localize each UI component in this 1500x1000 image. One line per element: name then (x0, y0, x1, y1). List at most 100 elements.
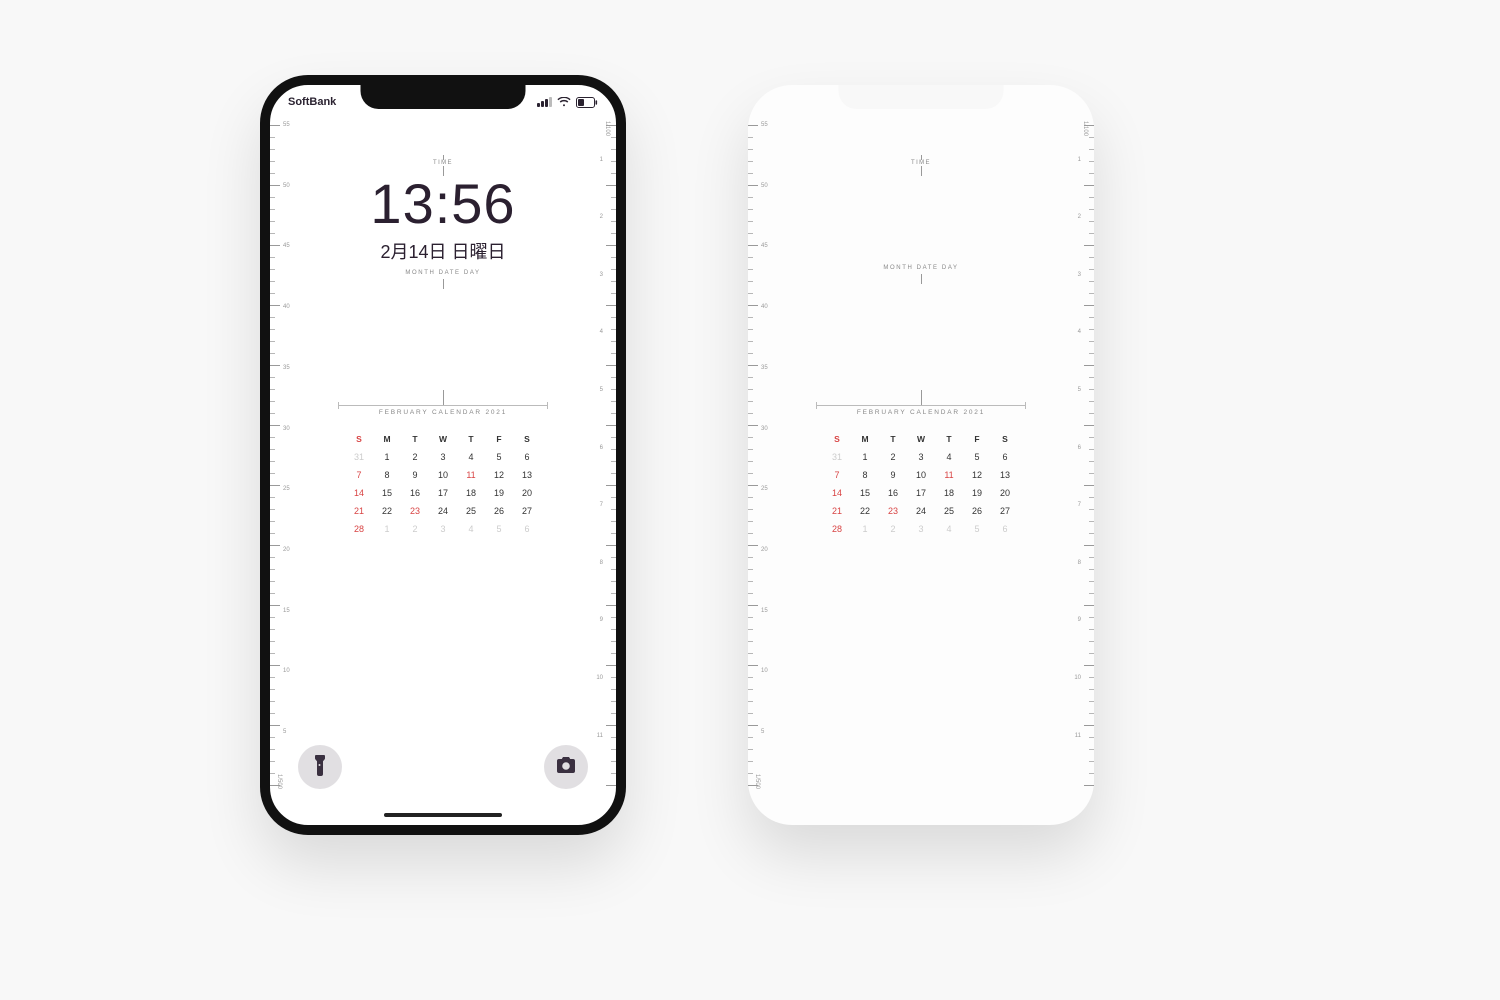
calendar-day: 4 (464, 524, 478, 534)
calendar-day: 17 (914, 488, 928, 498)
calendar-day: 26 (970, 506, 984, 516)
calendar-day: 13 (998, 470, 1012, 480)
clock-date: 2月14日 日曜日 (270, 238, 616, 264)
calendar-day: 4 (464, 452, 478, 462)
date-sublabel: MONTH DATE DAY (748, 265, 1094, 271)
calendar-day: 10 (436, 470, 450, 480)
calendar-day: 11 (942, 470, 956, 480)
calendar-dow: S (352, 434, 366, 444)
calendar-day: 7 (352, 470, 366, 480)
calendar-day: 27 (520, 506, 534, 516)
calendar-day: 21 (352, 506, 366, 516)
notch-icon (839, 85, 1004, 109)
calendar-dow: S (830, 434, 844, 444)
calendar-day: 10 (914, 470, 928, 480)
screen-left: SoftBank 5550454035302520151051/500 1234… (270, 85, 616, 825)
calendar-dow: T (942, 434, 956, 444)
ruler-number: 10 (596, 675, 603, 681)
calendar-day: 24 (436, 506, 450, 516)
ruler-number: 55 (283, 122, 290, 128)
camera-button[interactable] (544, 745, 588, 789)
calendar-day: 19 (970, 488, 984, 498)
screen-right: 5550454035302520151051/500 1234567891011… (748, 85, 1094, 825)
iphone-frame-right: 5550454035302520151051/500 1234567891011… (748, 85, 1094, 825)
calendar-day: 21 (830, 506, 844, 516)
ruler-number: 9 (1078, 617, 1081, 623)
calendar-day: 6 (998, 524, 1012, 534)
calendar-dow: M (858, 434, 872, 444)
time-block: TIME 13:56 2月14日 日曜日 MONTH DATE DAY (270, 155, 616, 289)
calendar-dow: M (380, 434, 394, 444)
calendar-day: 31 (830, 452, 844, 462)
calendar-day: 2 (408, 524, 422, 534)
calendar-rule-icon (338, 405, 548, 406)
calendar-day: 15 (858, 488, 872, 498)
calendar-day: 14 (352, 488, 366, 498)
calendar-day: 13 (520, 470, 534, 480)
calendar-dow: F (970, 434, 984, 444)
calendar-day: 2 (408, 452, 422, 462)
calendar-day: 1 (380, 452, 394, 462)
stage: SoftBank 5550454035302520151051/500 1234… (0, 0, 1500, 1000)
ruler-number: 11 (597, 733, 603, 739)
calendar-grid: SMTWTFS311234567891011121314151617181920… (338, 426, 548, 542)
ruler-number: 20 (283, 547, 290, 553)
ruler-scale-label: 1/100 (604, 121, 610, 136)
calendar-day: 12 (970, 470, 984, 480)
ruler-number: 20 (761, 547, 768, 553)
calendar-day: 8 (380, 470, 394, 480)
iphone-frame-left: SoftBank 5550454035302520151051/500 1234… (260, 75, 626, 835)
flashlight-button[interactable] (298, 745, 342, 789)
calendar-day: 6 (520, 524, 534, 534)
calendar-day: 2 (886, 452, 900, 462)
calendar-dow: S (998, 434, 1012, 444)
calendar-day: 16 (886, 488, 900, 498)
ruler-number: 15 (283, 608, 290, 614)
ruler-number: 8 (1078, 560, 1081, 566)
calendar-dow: S (520, 434, 534, 444)
calendar-dow: F (492, 434, 506, 444)
calendar-day: 12 (492, 470, 506, 480)
calendar-day: 9 (886, 470, 900, 480)
ruler-number: 5 (761, 729, 764, 735)
calendar-day: 23 (886, 506, 900, 516)
calendar-day: 1 (858, 524, 872, 534)
calendar-dow: W (914, 434, 928, 444)
clock-time: 13:56 (270, 176, 616, 232)
calendar-day: 11 (464, 470, 478, 480)
ruler-number: 10 (283, 668, 290, 674)
calendar-day: 3 (436, 524, 450, 534)
calendar-day: 6 (520, 452, 534, 462)
calendar-marker-icon (443, 390, 444, 405)
calendar-dow: T (408, 434, 422, 444)
date-sublabel: MONTH DATE DAY (270, 270, 616, 276)
calendar-title: FEBRUARY CALENDAR 2021 (379, 409, 507, 416)
calendar-day: 4 (942, 524, 956, 534)
calendar-day: 3 (436, 452, 450, 462)
calendar-grid: SMTWTFS311234567891011121314151617181920… (816, 426, 1026, 542)
calendar: FEBRUARY CALENDAR 2021 SMTWTFS3112345678… (270, 390, 616, 542)
date-marker-icon (748, 274, 1094, 284)
ruler-scale-label: 1/100 (1082, 121, 1088, 136)
calendar-day: 31 (352, 452, 366, 462)
calendar-day: 22 (858, 506, 872, 516)
calendar-day: 17 (436, 488, 450, 498)
calendar-rule-icon (816, 405, 1026, 406)
calendar: FEBRUARY CALENDAR 2021 SMTWTFS3112345678… (748, 390, 1094, 542)
calendar-day: 22 (380, 506, 394, 516)
calendar-day: 5 (492, 524, 506, 534)
ruler-number: 35 (761, 365, 768, 371)
flashlight-icon (311, 754, 329, 781)
ruler-scale-label: 1/500 (276, 774, 282, 789)
ruler-number: 10 (761, 668, 768, 674)
ruler-number: 40 (283, 304, 290, 310)
calendar-dow: T (886, 434, 900, 444)
ruler-number: 35 (283, 365, 290, 371)
calendar-marker-icon (921, 390, 922, 405)
calendar-day: 19 (492, 488, 506, 498)
ruler-number: 10 (1074, 675, 1081, 681)
calendar-day: 25 (942, 506, 956, 516)
home-indicator[interactable] (384, 813, 502, 817)
calendar-day: 18 (464, 488, 478, 498)
date-marker-icon (270, 279, 616, 289)
